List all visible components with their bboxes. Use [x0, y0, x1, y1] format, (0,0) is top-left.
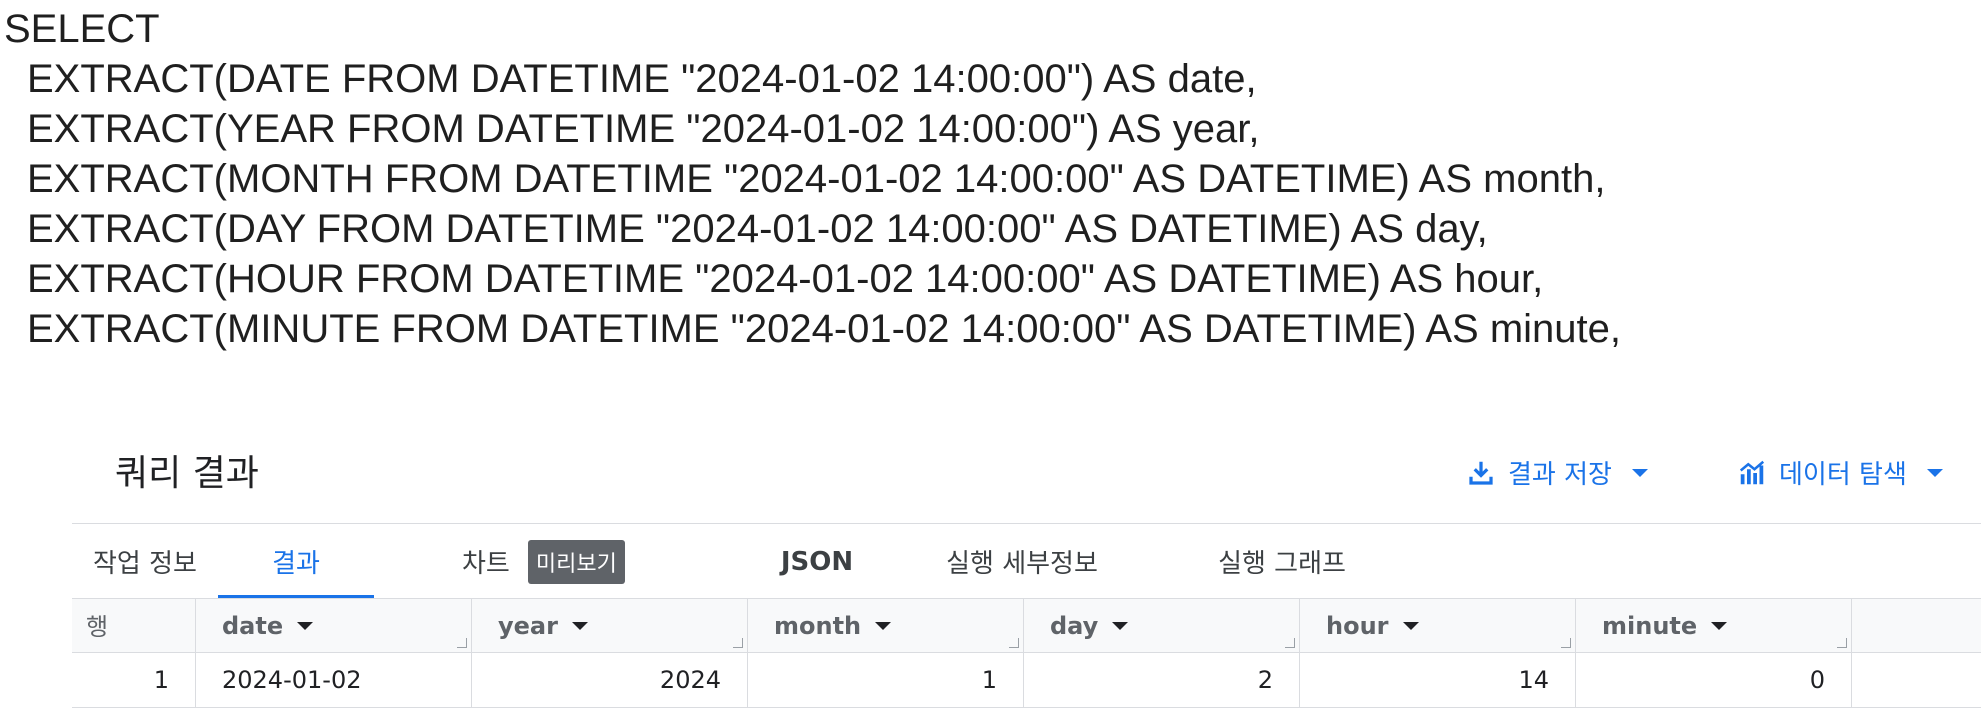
sort-caret-icon[interactable] [297, 621, 314, 630]
tab-label: JSON [780, 546, 854, 577]
tab-results[interactable]: 결과 [218, 524, 374, 599]
chevron-down-icon [1631, 468, 1648, 477]
tab-label: 실행 세부정보 [946, 549, 1098, 579]
sql-line: EXTRACT(MINUTE FROM DATETIME "2024-01-02… [27, 307, 1622, 351]
table-row: 1 2024-01-02 2024 1 2 14 0 [72, 653, 1981, 708]
table-header-row: 행 date year month day hour minute [72, 599, 1981, 653]
tab-execution-details[interactable]: 실행 세부정보 [932, 524, 1112, 599]
sort-caret-icon[interactable] [1402, 621, 1419, 630]
query-results-panel: 쿼리 결과 결과 저장 데이터 탐색 작업 정보 결과 차트 미리보기 JSON… [0, 420, 1981, 724]
resize-handle-icon[interactable] [1837, 638, 1847, 648]
row-number-cell: 1 [72, 653, 196, 707]
sort-caret-icon[interactable] [571, 621, 588, 630]
tab-execution-graph[interactable]: 실행 그래프 [1202, 524, 1362, 599]
column-header-label: year [498, 611, 558, 640]
save-results-label: 결과 저장 [1508, 460, 1612, 490]
sql-query-text: SELECT EXTRACT(DATE FROM DATETIME "2024-… [4, 4, 1904, 354]
save-results-button[interactable]: 결과 저장 [1466, 454, 1648, 491]
sort-caret-icon[interactable] [1711, 621, 1728, 630]
column-header-month[interactable]: month [748, 599, 1024, 652]
sql-line: EXTRACT(DATE FROM DATETIME "2024-01-02 1… [27, 57, 1257, 101]
column-header-day[interactable]: day [1024, 599, 1300, 652]
download-icon [1469, 461, 1493, 485]
table-cell-day: 2 [1024, 653, 1300, 707]
sql-line: EXTRACT(HOUR FROM DATETIME "2024-01-02 1… [27, 257, 1544, 301]
column-header-date[interactable]: date [196, 599, 472, 652]
results-tabs: 작업 정보 결과 차트 미리보기 JSON 실행 세부정보 실행 그래프 [72, 523, 1981, 599]
explore-data-button[interactable]: 데이터 탐색 [1737, 454, 1943, 491]
results-table: 행 date year month day hour minute 1 2024… [72, 598, 1981, 708]
column-header-hour[interactable]: hour [1300, 599, 1576, 652]
sort-caret-icon[interactable] [1112, 621, 1129, 630]
sort-caret-icon[interactable] [875, 621, 892, 630]
column-header-minute[interactable]: minute [1576, 599, 1852, 652]
tab-json[interactable]: JSON [752, 524, 882, 599]
column-header-label: date [222, 611, 284, 640]
column-header-label: hour [1326, 611, 1389, 640]
sql-line: SELECT [4, 7, 160, 51]
chevron-down-icon [1926, 468, 1943, 477]
sql-line: EXTRACT(YEAR FROM DATETIME "2024-01-02 1… [27, 107, 1260, 151]
tab-job-info[interactable]: 작업 정보 [72, 524, 218, 599]
tab-chart[interactable]: 차트 미리보기 [462, 524, 662, 599]
table-cell-month: 1 [748, 653, 1024, 707]
table-cell-minute: 0 [1576, 653, 1852, 707]
resize-handle-icon[interactable] [733, 638, 743, 648]
panel-title: 쿼리 결과 [115, 453, 259, 494]
chart-icon [1739, 460, 1765, 484]
resize-handle-icon[interactable] [1561, 638, 1571, 648]
row-number-header: 행 [72, 599, 196, 652]
tab-label: 작업 정보 [93, 549, 197, 579]
column-header-label: minute [1602, 611, 1698, 640]
preview-badge: 미리보기 [527, 539, 625, 584]
tab-label: 차트 [462, 549, 510, 579]
explore-data-label: 데이터 탐색 [1779, 460, 1907, 490]
table-cell-hour: 14 [1300, 653, 1576, 707]
column-header-label: month [774, 611, 862, 640]
tab-label: 실행 그래프 [1218, 549, 1346, 579]
table-cell-year: 2024 [472, 653, 748, 707]
table-cell-date: 2024-01-02 [196, 653, 472, 707]
resize-handle-icon[interactable] [1285, 638, 1295, 648]
tab-label: 결과 [272, 549, 320, 579]
sql-line: EXTRACT(MONTH FROM DATETIME "2024-01-02 … [27, 157, 1606, 201]
sql-line: EXTRACT(DAY FROM DATETIME "2024-01-02 14… [27, 207, 1488, 251]
column-header-year[interactable]: year [472, 599, 748, 652]
resize-handle-icon[interactable] [457, 638, 467, 648]
column-header-label: day [1050, 611, 1099, 640]
resize-handle-icon[interactable] [1009, 638, 1019, 648]
